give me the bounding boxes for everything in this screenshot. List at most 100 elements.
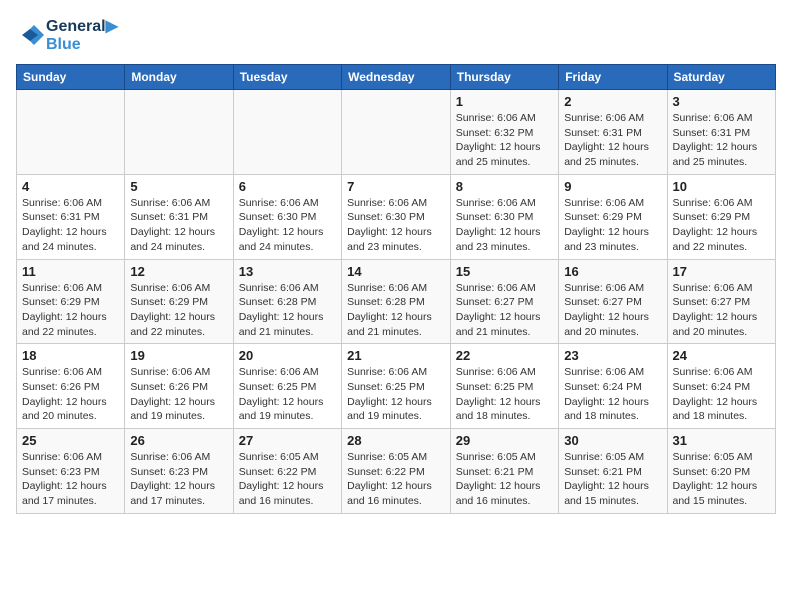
day-number: 27 [239, 433, 336, 448]
day-detail: Sunrise: 6:06 AM Sunset: 6:25 PM Dayligh… [347, 365, 445, 424]
day-number: 18 [22, 348, 119, 363]
calendar-week-2: 11 Sunrise: 6:06 AM Sunset: 6:29 PM Dayli… [17, 259, 776, 344]
day-detail: Sunrise: 6:06 AM Sunset: 6:26 PM Dayligh… [22, 365, 119, 424]
calendar-week-4: 25 Sunrise: 6:06 AM Sunset: 6:23 PM Dayli… [17, 429, 776, 514]
day-detail: Sunrise: 6:06 AM Sunset: 6:28 PM Dayligh… [239, 281, 336, 340]
day-detail: Sunrise: 6:05 AM Sunset: 6:22 PM Dayligh… [347, 450, 445, 509]
day-number: 11 [22, 264, 119, 279]
calendar-table: SundayMondayTuesdayWednesdayThursdayFrid… [16, 64, 776, 514]
col-header-friday: Friday [559, 65, 667, 90]
logo: General▶ Blue [16, 16, 118, 54]
day-detail: Sunrise: 6:06 AM Sunset: 6:29 PM Dayligh… [22, 281, 119, 340]
day-detail: Sunrise: 6:06 AM Sunset: 6:32 PM Dayligh… [456, 111, 553, 170]
calendar-cell: 9 Sunrise: 6:06 AM Sunset: 6:29 PM Daylig… [559, 174, 667, 259]
col-header-tuesday: Tuesday [233, 65, 341, 90]
calendar-cell: 22 Sunrise: 6:06 AM Sunset: 6:25 PM Dayli… [450, 344, 558, 429]
day-detail: Sunrise: 6:06 AM Sunset: 6:28 PM Dayligh… [347, 281, 445, 340]
calendar-cell [342, 90, 451, 175]
day-number: 9 [564, 179, 661, 194]
calendar-cell: 25 Sunrise: 6:06 AM Sunset: 6:23 PM Dayli… [17, 429, 125, 514]
day-detail: Sunrise: 6:06 AM Sunset: 6:30 PM Dayligh… [456, 196, 553, 255]
calendar-cell: 19Sunrise: 6:06 AM Sunset: 6:26 PM Dayli… [125, 344, 233, 429]
col-header-saturday: Saturday [667, 65, 776, 90]
calendar-cell: 6Sunrise: 6:06 AM Sunset: 6:30 PM Daylig… [233, 174, 341, 259]
calendar-cell: 13 Sunrise: 6:06 AM Sunset: 6:28 PM Dayli… [233, 259, 341, 344]
day-number: 8 [456, 179, 553, 194]
day-detail: Sunrise: 6:06 AM Sunset: 6:23 PM Dayligh… [22, 450, 119, 509]
col-header-monday: Monday [125, 65, 233, 90]
day-detail: Sunrise: 6:06 AM Sunset: 6:27 PM Dayligh… [456, 281, 553, 340]
calendar-cell: 4 Sunrise: 6:06 AM Sunset: 6:31 PM Daylig… [17, 174, 125, 259]
calendar-cell: 16Sunrise: 6:06 AM Sunset: 6:27 PM Dayli… [559, 259, 667, 344]
day-number: 5 [130, 179, 227, 194]
calendar-cell: 27 Sunrise: 6:05 AM Sunset: 6:22 PM Dayli… [233, 429, 341, 514]
day-number: 21 [347, 348, 445, 363]
day-detail: Sunrise: 6:06 AM Sunset: 6:24 PM Dayligh… [564, 365, 661, 424]
day-number: 20 [239, 348, 336, 363]
day-detail: Sunrise: 6:06 AM Sunset: 6:30 PM Dayligh… [347, 196, 445, 255]
day-detail: Sunrise: 6:06 AM Sunset: 6:31 PM Dayligh… [673, 111, 771, 170]
day-number: 28 [347, 433, 445, 448]
calendar-cell: 26 Sunrise: 6:06 AM Sunset: 6:23 PM Dayli… [125, 429, 233, 514]
day-detail: Sunrise: 6:06 AM Sunset: 6:26 PM Dayligh… [130, 365, 227, 424]
calendar-cell: 23 Sunrise: 6:06 AM Sunset: 6:24 PM Dayli… [559, 344, 667, 429]
day-number: 26 [130, 433, 227, 448]
col-header-sunday: Sunday [17, 65, 125, 90]
day-number: 22 [456, 348, 553, 363]
day-detail: Sunrise: 6:06 AM Sunset: 6:29 PM Dayligh… [564, 196, 661, 255]
day-number: 4 [22, 179, 119, 194]
day-number: 10 [673, 179, 771, 194]
calendar-cell: 17 Sunrise: 6:06 AM Sunset: 6:27 PM Dayli… [667, 259, 776, 344]
day-number: 7 [347, 179, 445, 194]
day-detail: Sunrise: 6:06 AM Sunset: 6:29 PM Dayligh… [130, 281, 227, 340]
day-number: 23 [564, 348, 661, 363]
calendar-cell: 18 Sunrise: 6:06 AM Sunset: 6:26 PM Dayli… [17, 344, 125, 429]
day-detail: Sunrise: 6:06 AM Sunset: 6:27 PM Dayligh… [673, 281, 771, 340]
col-header-wednesday: Wednesday [342, 65, 451, 90]
day-number: 17 [673, 264, 771, 279]
day-detail: Sunrise: 6:05 AM Sunset: 6:21 PM Dayligh… [564, 450, 661, 509]
calendar-cell: 3Sunrise: 6:06 AM Sunset: 6:31 PM Daylig… [667, 90, 776, 175]
day-number: 30 [564, 433, 661, 448]
day-number: 13 [239, 264, 336, 279]
calendar-cell: 28 Sunrise: 6:05 AM Sunset: 6:22 PM Dayli… [342, 429, 451, 514]
day-detail: Sunrise: 6:06 AM Sunset: 6:30 PM Dayligh… [239, 196, 336, 255]
calendar-cell: 8 Sunrise: 6:06 AM Sunset: 6:30 PM Daylig… [450, 174, 558, 259]
day-number: 31 [673, 433, 771, 448]
calendar-week-3: 18 Sunrise: 6:06 AM Sunset: 6:26 PM Dayli… [17, 344, 776, 429]
calendar-cell: 15 Sunrise: 6:06 AM Sunset: 6:27 PM Dayli… [450, 259, 558, 344]
day-number: 15 [456, 264, 553, 279]
calendar-cell [17, 90, 125, 175]
day-detail: Sunrise: 6:06 AM Sunset: 6:24 PM Dayligh… [673, 365, 771, 424]
calendar-cell: 21 Sunrise: 6:06 AM Sunset: 6:25 PM Dayli… [342, 344, 451, 429]
calendar-cell: 24Sunrise: 6:06 AM Sunset: 6:24 PM Dayli… [667, 344, 776, 429]
day-detail: Sunrise: 6:06 AM Sunset: 6:31 PM Dayligh… [22, 196, 119, 255]
logo-text-blue: Blue [46, 36, 118, 54]
calendar-cell [125, 90, 233, 175]
calendar-cell [233, 90, 341, 175]
calendar-cell: 31 Sunrise: 6:05 AM Sunset: 6:20 PM Dayli… [667, 429, 776, 514]
day-number: 25 [22, 433, 119, 448]
day-number: 12 [130, 264, 227, 279]
page-header: General▶ Blue [16, 16, 776, 54]
calendar-cell: 14Sunrise: 6:06 AM Sunset: 6:28 PM Dayli… [342, 259, 451, 344]
day-detail: Sunrise: 6:05 AM Sunset: 6:20 PM Dayligh… [673, 450, 771, 509]
calendar-cell: 7 Sunrise: 6:06 AM Sunset: 6:30 PM Daylig… [342, 174, 451, 259]
calendar-cell: 30 Sunrise: 6:05 AM Sunset: 6:21 PM Dayli… [559, 429, 667, 514]
col-header-thursday: Thursday [450, 65, 558, 90]
day-detail: Sunrise: 6:06 AM Sunset: 6:31 PM Dayligh… [564, 111, 661, 170]
day-detail: Sunrise: 6:06 AM Sunset: 6:29 PM Dayligh… [673, 196, 771, 255]
calendar-cell: 29Sunrise: 6:05 AM Sunset: 6:21 PM Dayli… [450, 429, 558, 514]
calendar-cell: 5 Sunrise: 6:06 AM Sunset: 6:31 PM Daylig… [125, 174, 233, 259]
calendar-week-1: 4 Sunrise: 6:06 AM Sunset: 6:31 PM Daylig… [17, 174, 776, 259]
day-number: 16 [564, 264, 661, 279]
calendar-week-0: 1 Sunrise: 6:06 AM Sunset: 6:32 PM Daylig… [17, 90, 776, 175]
calendar-cell: 20Sunrise: 6:06 AM Sunset: 6:25 PM Dayli… [233, 344, 341, 429]
calendar-header-row: SundayMondayTuesdayWednesdayThursdayFrid… [17, 65, 776, 90]
day-detail: Sunrise: 6:06 AM Sunset: 6:31 PM Dayligh… [130, 196, 227, 255]
day-detail: Sunrise: 6:06 AM Sunset: 6:25 PM Dayligh… [456, 365, 553, 424]
day-number: 1 [456, 94, 553, 109]
logo-icon [16, 21, 44, 49]
day-detail: Sunrise: 6:06 AM Sunset: 6:23 PM Dayligh… [130, 450, 227, 509]
day-detail: Sunrise: 6:05 AM Sunset: 6:22 PM Dayligh… [239, 450, 336, 509]
